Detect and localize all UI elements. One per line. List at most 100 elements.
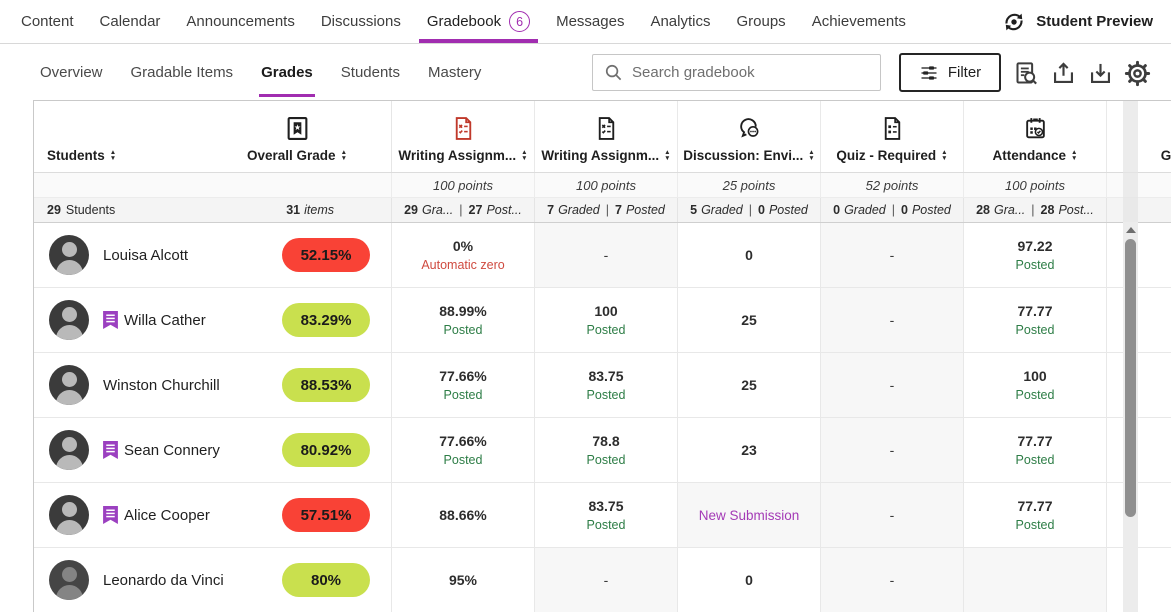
tab-grades[interactable]: Grades	[247, 44, 327, 100]
student-cell[interactable]: Alice Cooper 57.51%	[34, 483, 392, 547]
tab-announcements[interactable]: Announcements	[173, 0, 307, 43]
overall-grade-pill[interactable]: 52.15%	[282, 238, 370, 272]
points-cell	[1107, 173, 1171, 197]
tab-analytics[interactable]: Analytics	[637, 0, 723, 43]
counts-row: 29Students 31items 29Gra... | 27Post... …	[34, 198, 1171, 223]
grade-cell[interactable]: -	[821, 418, 964, 482]
student-cell[interactable]: Sean Connery 80.92%	[34, 418, 392, 482]
table-row: Leonardo da Vinci 80% 95% - 0 -	[34, 548, 1171, 612]
tab-achievements[interactable]: Achievements	[799, 0, 919, 43]
grade-cell[interactable]: 100Posted	[535, 288, 678, 352]
overall-grade-pill[interactable]: 83.29%	[282, 303, 370, 337]
grade-cell[interactable]: 88.99%Posted	[392, 288, 535, 352]
student-name[interactable]: Winston Churchill	[103, 377, 220, 394]
students-column-header[interactable]: Students ▲▼	[47, 148, 116, 163]
student-cell[interactable]: Leonardo da Vinci 80%	[34, 548, 392, 612]
settings-gear-icon[interactable]	[1123, 59, 1152, 88]
tab-gradebook[interactable]: Gradebook 6	[414, 0, 543, 43]
sort-icon[interactable]: ▲▼	[341, 150, 347, 160]
tab-mastery[interactable]: Mastery	[414, 44, 495, 100]
grade-cell[interactable]: 83.75Posted	[535, 353, 678, 417]
grade-cell[interactable]	[1107, 483, 1171, 547]
grade-cell[interactable]: -	[821, 548, 964, 612]
grade-cell[interactable]: 83.75Posted	[535, 483, 678, 547]
grade-cell[interactable]: -	[821, 353, 964, 417]
filter-sliders-icon	[919, 63, 939, 83]
sort-icon[interactable]: ▲▼	[808, 150, 814, 160]
grade-cell[interactable]: 95%	[392, 548, 535, 612]
grade-cell[interactable]: 78.8Posted	[535, 418, 678, 482]
student-cell[interactable]: Louisa Alcott 52.15%	[34, 223, 392, 287]
student-name[interactable]: Leonardo da Vinci	[103, 572, 224, 589]
grade-cell[interactable]: 77.77Posted	[964, 483, 1107, 547]
scroll-up-arrow[interactable]	[1126, 227, 1136, 233]
sort-icon[interactable]: ▲▼	[941, 150, 947, 160]
grade-cell[interactable]	[1107, 548, 1171, 612]
column-header-attendance[interactable]: Attendance ▲▼	[964, 101, 1107, 172]
tab-content[interactable]: Content	[8, 0, 87, 43]
student-name[interactable]: Louisa Alcott	[103, 247, 188, 264]
sort-icon[interactable]: ▲▼	[1071, 150, 1077, 160]
filter-button[interactable]: Filter	[899, 53, 1001, 92]
grade-cell[interactable]	[964, 548, 1107, 612]
grade-cell[interactable]: 77.77Posted	[964, 418, 1107, 482]
grade-cell[interactable]: 0	[678, 548, 821, 612]
column-header-writing-assignment-2[interactable]: Writing Assignm... ▲▼	[535, 101, 678, 172]
download-icon[interactable]	[1086, 59, 1115, 88]
grade-cell[interactable]: -	[821, 223, 964, 287]
search-input[interactable]	[632, 64, 852, 81]
grade-cell[interactable]: 25	[678, 288, 821, 352]
frozen-header-pane: Students ▲▼ ★ Overall Grade ▲▼	[34, 101, 392, 172]
grade-cell[interactable]: 77.77Posted	[964, 288, 1107, 352]
vertical-scrollbar[interactable]	[1123, 222, 1138, 612]
student-name[interactable]: Willa Cather	[124, 312, 206, 329]
tab-overview[interactable]: Overview	[26, 44, 117, 100]
column-header-writing-assignment-1[interactable]: Writing Assignm... ▲▼	[392, 101, 535, 172]
student-name[interactable]: Alice Cooper	[124, 507, 210, 524]
tab-messages[interactable]: Messages	[543, 0, 637, 43]
gradebook-search[interactable]	[592, 54, 881, 91]
sort-icon[interactable]: ▲▼	[110, 150, 116, 160]
grade-cell[interactable]	[1107, 288, 1171, 352]
sort-icon[interactable]: ▲▼	[664, 150, 670, 160]
grade-cell[interactable]: 97.22Posted	[964, 223, 1107, 287]
points-cell: 52 points	[821, 173, 964, 197]
upload-icon[interactable]	[1049, 59, 1078, 88]
tab-discussions[interactable]: Discussions	[308, 0, 414, 43]
grade-cell[interactable]: -	[535, 548, 678, 612]
grade-cell[interactable]: 25	[678, 353, 821, 417]
grade-cell[interactable]: -	[535, 223, 678, 287]
overall-grade-pill[interactable]: 80%	[282, 563, 370, 597]
overall-grade-pill[interactable]: 57.51%	[282, 498, 370, 532]
scrollbar-thumb[interactable]	[1125, 239, 1136, 517]
tab-groups[interactable]: Groups	[723, 0, 798, 43]
grade-cell[interactable]: 77.66%Posted	[392, 353, 535, 417]
grade-cell[interactable]	[1107, 353, 1171, 417]
overall-grade-pill[interactable]: 88.53%	[282, 368, 370, 402]
grade-cell[interactable]: 0	[678, 223, 821, 287]
grade-cell[interactable]: 77.66%Posted	[392, 418, 535, 482]
tab-students[interactable]: Students	[327, 44, 414, 100]
column-header-clipped[interactable]: Gra...	[1107, 101, 1171, 172]
tab-gradable-items[interactable]: Gradable Items	[117, 44, 248, 100]
grade-cell[interactable]: 23	[678, 418, 821, 482]
grade-cell[interactable]: 0%Automatic zero	[392, 223, 535, 287]
document-search-icon[interactable]	[1012, 59, 1041, 88]
student-preview-button[interactable]: Student Preview	[1001, 0, 1171, 43]
grade-cell[interactable]: -	[821, 288, 964, 352]
sort-icon[interactable]: ▲▼	[521, 150, 527, 160]
student-cell[interactable]: Winston Churchill 88.53%	[34, 353, 392, 417]
grade-cell[interactable]	[1107, 223, 1171, 287]
column-header-quiz[interactable]: Quiz - Required ▲▼	[821, 101, 964, 172]
grade-cell[interactable]: 88.66%	[392, 483, 535, 547]
column-header-discussion[interactable]: Discussion: Envi... ▲▼	[678, 101, 821, 172]
overall-grade-column-header[interactable]: ★ Overall Grade ▲▼	[247, 116, 347, 163]
tab-calendar[interactable]: Calendar	[87, 0, 174, 43]
grade-cell[interactable]: New Submission	[678, 483, 821, 547]
grade-cell[interactable]: -	[821, 483, 964, 547]
student-name[interactable]: Sean Connery	[124, 442, 220, 459]
student-cell[interactable]: Willa Cather 83.29%	[34, 288, 392, 352]
grade-cell[interactable]	[1107, 418, 1171, 482]
overall-grade-pill[interactable]: 80.92%	[282, 433, 370, 467]
grade-cell[interactable]: 100Posted	[964, 353, 1107, 417]
